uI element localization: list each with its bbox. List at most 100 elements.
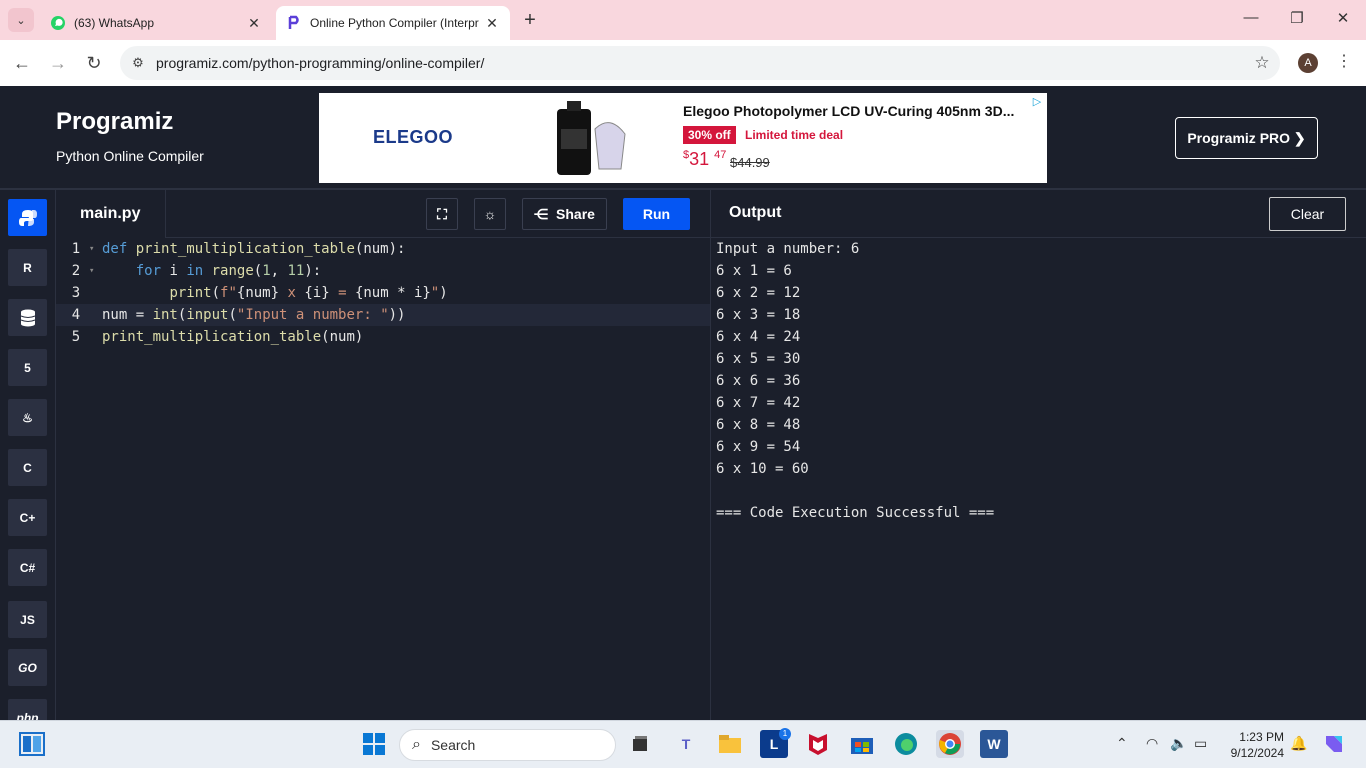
tab-programiz[interactable]: Online Python Compiler (Interpr ✕	[276, 6, 510, 40]
sql-icon[interactable]	[8, 299, 47, 336]
code-editor[interactable]: 1 ▾ def print_multiplication_table(num):…	[56, 238, 710, 720]
ad-brand: ELEGOO	[373, 127, 454, 147]
fold-icon[interactable]: ▾	[89, 260, 94, 282]
theme-toggle-icon[interactable]: ☼	[474, 198, 506, 230]
close-window-button[interactable]: ✕	[1328, 9, 1358, 27]
notifications-bell-icon[interactable]: 🔔	[1290, 735, 1307, 752]
address-bar-row: ← → ↻ ⚙ programiz.com/python-programming…	[0, 40, 1366, 86]
url-text[interactable]: programiz.com/python-programming/online-…	[156, 55, 1244, 71]
code-line: 1 ▾ def print_multiplication_table(num):	[56, 238, 710, 260]
clock-date: 9/12/2024	[1230, 746, 1284, 760]
site-info-icon[interactable]: ⚙	[120, 55, 156, 71]
line-number: 5	[71, 329, 81, 345]
code-text: print(f"{num} x {i} = {num * i}")	[169, 285, 448, 301]
show-hidden-icons[interactable]: ⌃	[1116, 735, 1128, 752]
file-tab-main[interactable]: main.py	[56, 190, 166, 238]
bookmark-star-icon[interactable]: ☆	[1244, 53, 1280, 73]
output-line: 6 x 10 = 60	[716, 461, 809, 477]
run-button[interactable]: Run	[623, 198, 690, 230]
restore-button[interactable]: ❐	[1282, 9, 1312, 27]
output-console[interactable]: Input a number: 6 6 x 1 = 6 6 x 2 = 12 6…	[710, 238, 1366, 720]
java-icon[interactable]: ♨	[8, 399, 47, 436]
site-header: Programiz Python Online Compiler ELEGOO …	[0, 86, 1366, 190]
code-line: 5 print_multiplication_table(num)	[56, 326, 710, 348]
profile-avatar[interactable]: A	[1298, 53, 1318, 73]
browser-menu-icon[interactable]: ⋮	[1336, 51, 1352, 71]
close-tab-icon[interactable]: ✕	[484, 15, 500, 32]
teams-icon[interactable]: T	[672, 730, 700, 758]
output-line: 6 x 3 = 18	[716, 307, 801, 323]
clear-button[interactable]: Clear	[1269, 197, 1346, 231]
output-title: Output	[729, 204, 782, 221]
tab-search-button[interactable]: ⌄	[8, 8, 34, 32]
clock-time: 1:23 PM	[1239, 730, 1284, 744]
taskbar-search[interactable]: ⌕ Search	[399, 729, 616, 761]
code-text: print_multiplication_table(num)	[102, 329, 364, 345]
wifi-icon[interactable]: ◠	[1146, 735, 1158, 752]
output-line: 6 x 5 = 30	[716, 351, 801, 367]
battery-icon[interactable]: ▭	[1194, 735, 1207, 752]
language-sidebar: R 5 ♨ C C+ C# JS GO php	[0, 190, 56, 720]
edge-icon[interactable]	[892, 730, 920, 758]
chrome-icon[interactable]	[936, 730, 964, 758]
cpp-icon[interactable]: C+	[8, 499, 47, 536]
python-icon[interactable]	[8, 199, 47, 236]
search-placeholder: Search	[430, 737, 476, 753]
code-line: 2 ▾ for i in range(1, 11):	[56, 260, 710, 282]
widgets-icon[interactable]	[18, 730, 46, 758]
c-icon[interactable]: C	[8, 449, 47, 486]
output-line: 6 x 7 = 42	[716, 395, 801, 411]
new-tab-button[interactable]: +	[518, 9, 542, 32]
task-view-icon[interactable]	[626, 730, 654, 758]
go-icon[interactable]: GO	[8, 649, 47, 686]
output-line: Input a number: 6	[716, 241, 860, 257]
php-icon[interactable]: php	[8, 699, 47, 720]
output-header: Output Clear	[710, 190, 1366, 238]
system-clock[interactable]: 1:23 PM 9/12/2024	[1222, 729, 1284, 761]
advertisement[interactable]: ELEGOO Elegoo Photopolymer LCD UV-Curing…	[319, 93, 1047, 183]
output-line: 6 x 9 = 54	[716, 439, 801, 455]
line-number: 3	[71, 285, 81, 301]
html5-icon[interactable]: 5	[8, 349, 47, 386]
code-text: def print_multiplication_table(num):	[102, 241, 406, 257]
volume-muted-icon[interactable]: 🔈	[1170, 735, 1187, 752]
minimize-button[interactable]: —	[1236, 9, 1266, 26]
fullscreen-icon[interactable]: ⛶	[426, 198, 458, 230]
copilot-icon[interactable]	[1320, 730, 1348, 758]
programiz-pro-button[interactable]: Programiz PRO ❯	[1175, 117, 1318, 159]
old-price: $44.99	[730, 155, 770, 170]
adchoices-icon[interactable]: ▷	[1029, 95, 1045, 111]
close-tab-icon[interactable]: ✕	[246, 15, 262, 32]
tab-title: Online Python Compiler (Interpr	[310, 16, 479, 30]
search-icon: ⌕	[412, 736, 421, 753]
fold-icon[interactable]: ▾	[89, 238, 94, 260]
mcafee-icon[interactable]	[804, 730, 832, 758]
taskbar: ⌕ Search T L 1 W ⌃ ◠ 🔈 ▭ 1:23 PM 9/12/20…	[0, 720, 1366, 768]
browser-tab-strip: ⌄ (63) WhatsApp ✕ Online Python Compiler…	[0, 0, 1366, 40]
windows-start-icon[interactable]	[360, 730, 388, 758]
tab-whatsapp[interactable]: (63) WhatsApp ✕	[40, 6, 272, 40]
omnibox[interactable]: ⚙ programiz.com/python-programming/onlin…	[120, 46, 1280, 80]
reload-button[interactable]: ↻	[82, 51, 106, 75]
code-text: num = int(input("Input a number: "))	[102, 307, 406, 323]
forward-button[interactable]: →	[46, 51, 70, 75]
deal-label: Limited time deal	[745, 128, 844, 142]
r-icon[interactable]: R	[8, 249, 47, 286]
file-explorer-icon[interactable]	[716, 730, 744, 758]
share-label: Share	[556, 206, 595, 222]
back-button[interactable]: ←	[10, 51, 34, 75]
code-text: for i in range(1, 11):	[135, 263, 322, 279]
csharp-icon[interactable]: C#	[8, 549, 47, 586]
ad-price: $31 47	[683, 149, 727, 169]
word-icon[interactable]: W	[980, 730, 1008, 758]
notification-badge: 1	[779, 728, 791, 740]
store-icon[interactable]	[848, 730, 876, 758]
product-image	[555, 99, 635, 177]
output-line: 6 x 8 = 48	[716, 417, 801, 433]
code-line: 4 num = int(input("Input a number: "))	[56, 304, 710, 326]
share-button[interactable]: ⋲ Share	[522, 198, 607, 230]
javascript-icon[interactable]: JS	[8, 601, 47, 638]
page-subtitle: Python Online Compiler	[56, 148, 204, 164]
discount-badge: 30% off	[683, 126, 736, 144]
programiz-logo[interactable]: Programiz	[56, 108, 173, 136]
